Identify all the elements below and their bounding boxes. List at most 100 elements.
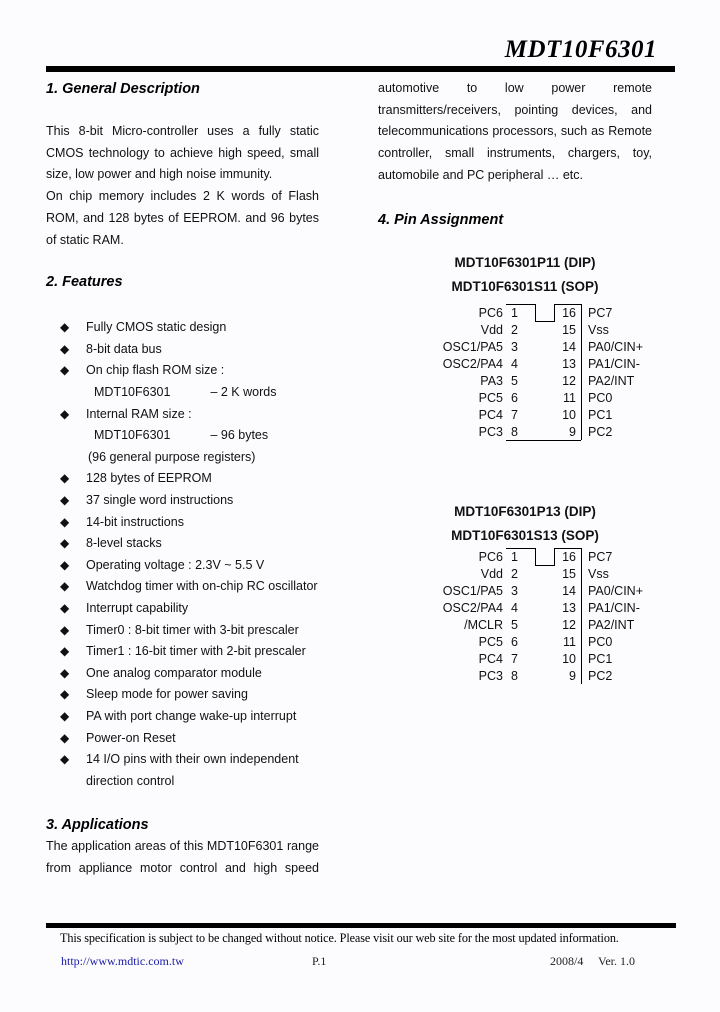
pin-left-name: PC4 xyxy=(478,407,503,422)
feature-item: ◆ One analog comparator module xyxy=(46,663,319,685)
pin-left-name: PC5 xyxy=(478,634,503,649)
pin-row: OSC2/PA4 4 13 PA1/CIN- xyxy=(378,356,678,373)
pin-row: OSC2/PA4 4 13 PA1/CIN- xyxy=(378,600,678,617)
diamond-bullet-icon: ◆ xyxy=(60,471,70,486)
feature-text: One analog comparator module xyxy=(86,665,262,680)
feature-item: ◆ Timer1 : 16-bit timer with 2-bit presca… xyxy=(46,641,319,663)
section-heading-applications: 3. Applications xyxy=(46,817,149,834)
package-title: MDT10F6301P13 (DIP) xyxy=(454,503,596,519)
pin-right-name: PC2 xyxy=(588,424,613,439)
feature-text: 37 single word instructions xyxy=(86,492,234,507)
general-description-paragraph-2: On chip memory includes 2 K words of Fla… xyxy=(46,186,319,251)
pin-left-number: 8 xyxy=(511,424,518,439)
pin-right-name: PA0/CIN+ xyxy=(588,583,643,598)
text-line: automotive to low power remote xyxy=(378,81,652,95)
feature-text: Watchdog timer with on-chip RC oscillato… xyxy=(86,579,318,594)
pin-left-number: 8 xyxy=(511,668,518,683)
pin-left-number: 4 xyxy=(511,356,518,371)
text-line: This 8-bit Micro-controller uses a fully… xyxy=(46,124,319,138)
feature-text: PA with port change wake-up interrupt xyxy=(86,708,297,723)
pin-right-number: 13 xyxy=(562,356,576,371)
pin-left-name: OSC1/PA5 xyxy=(442,339,503,354)
feature-item: ◆ 8-level stacks xyxy=(46,533,319,555)
feature-item: ◆ Internal RAM size : xyxy=(46,404,319,426)
pin-left-number: 1 xyxy=(511,549,518,564)
feature-item: ◆ 37 single word instructions xyxy=(46,490,319,512)
feature-item: ◆ On chip flash ROM size : xyxy=(46,360,319,382)
pin-row: PC4 7 10 PC1 xyxy=(378,407,678,424)
footer-website-link[interactable]: http://www.mdtic.com.tw xyxy=(61,954,184,969)
pin-left-name: PC6 xyxy=(478,549,503,564)
feature-text: Internal RAM size : xyxy=(86,406,192,421)
package-title: MDT10F6301P11 (DIP) xyxy=(454,254,596,270)
feature-item: ◆ Watchdog timer with on-chip RC oscillat… xyxy=(46,576,319,598)
diamond-bullet-icon: ◆ xyxy=(60,752,70,767)
feature-item: ◆ Operating voltage : 2.3V ~ 5.5 V xyxy=(46,555,319,577)
pin-left-number: 7 xyxy=(511,651,518,666)
feature-text: Sleep mode for power saving xyxy=(86,687,248,702)
pin-left-name: PC5 xyxy=(478,390,503,405)
footer-version: Ver. 1.0 xyxy=(598,954,635,968)
feature-item: ◆ 8-bit data bus xyxy=(46,339,319,361)
pin-right-number: 16 xyxy=(562,549,576,564)
pin-left-number: 3 xyxy=(511,339,518,354)
footer-date: 2008/4 xyxy=(550,954,584,968)
pin-left-number: 3 xyxy=(511,583,518,598)
diamond-bullet-icon: ◆ xyxy=(60,341,70,356)
pin-right-number: 14 xyxy=(562,339,576,354)
diamond-bullet-icon: ◆ xyxy=(60,579,70,594)
pin-left-name: OSC2/PA4 xyxy=(442,356,503,371)
pin-left-name: OSC1/PA5 xyxy=(442,583,503,598)
section-heading-general-description: 1. General Description xyxy=(46,81,200,97)
text-line: controller, small instruments, chargers,… xyxy=(378,146,652,161)
pin-right-number: 9 xyxy=(569,424,576,439)
feature-text: On chip flash ROM size : xyxy=(86,363,225,378)
pin-left-name: /MCLR xyxy=(464,617,503,632)
pin-row: PC6 1 16 PC7 xyxy=(378,305,678,322)
applications-paragraph-right: automotive to low power remote transmitt… xyxy=(378,78,652,187)
applications-paragraph-left: The application areas of this MDT10F6301… xyxy=(46,836,319,879)
pin-left-number: 6 xyxy=(511,634,518,649)
footer-rule xyxy=(46,923,676,928)
pin-left-name: PC6 xyxy=(478,305,503,320)
pin-left-name: PC4 xyxy=(478,651,503,666)
text-line: The application areas of this MDT10F6301… xyxy=(46,839,319,854)
pin-row: PC3 8 9 PC2 xyxy=(378,668,678,685)
text-line: automobile and PC peripheral … etc. xyxy=(378,167,583,182)
feature-item: ◆ Fully CMOS static design xyxy=(46,317,319,339)
section-heading-pin-assignment: 4. Pin Assignment xyxy=(378,211,504,228)
pin-left-number: 1 xyxy=(511,305,518,320)
pin-right-number: 14 xyxy=(562,583,576,598)
feature-sub-value: – 96 bytes xyxy=(210,428,269,443)
feature-item: MDT10F6301 – 2 K words xyxy=(46,382,319,404)
diamond-bullet-icon: ◆ xyxy=(60,644,70,659)
diamond-bullet-icon: ◆ xyxy=(60,514,70,529)
right-column: automotive to low power remote transmitt… xyxy=(378,78,652,688)
feature-text: Fully CMOS static design xyxy=(86,320,227,335)
page-number: P.1 xyxy=(312,954,327,968)
text-line: size, low power and high noise immunity. xyxy=(46,167,273,182)
feature-text: 8-bit data bus xyxy=(86,341,162,356)
diamond-bullet-icon: ◆ xyxy=(60,492,70,507)
feature-text: Interrupt capability xyxy=(86,600,189,615)
pin-right-number: 13 xyxy=(562,600,576,615)
text-line: of static RAM. xyxy=(46,232,124,247)
pin-right-number: 15 xyxy=(562,322,576,337)
pin-right-name: PC2 xyxy=(588,668,613,683)
pin-row: Vdd 2 15 Vss xyxy=(378,322,678,339)
pin-right-name: PA2/INT xyxy=(588,373,635,388)
pin-right-name: PA1/CIN- xyxy=(588,356,640,371)
feature-text: 14 I/O pins with their own independent xyxy=(86,752,299,767)
feature-text: 128 bytes of EEPROM xyxy=(86,471,212,486)
pin-left-number: 5 xyxy=(511,373,518,388)
feature-item: (96 general purpose registers) xyxy=(46,447,319,469)
package-title: MDT10F6301S13 (SOP) xyxy=(451,527,599,543)
left-column: 1. General Description This 8-bit Micro-… xyxy=(46,78,319,880)
text-line: On chip memory includes 2 K words of Fla… xyxy=(46,189,319,204)
feature-text: Timer1 : 16-bit timer with 2-bit prescal… xyxy=(86,644,306,659)
diamond-bullet-icon: ◆ xyxy=(60,536,70,551)
pin-right-name: PC1 xyxy=(588,651,613,666)
pin-left-name: PC3 xyxy=(478,424,503,439)
pin-right-name: PA0/CIN+ xyxy=(588,339,643,354)
feature-item: ◆ Interrupt capability xyxy=(46,598,319,620)
